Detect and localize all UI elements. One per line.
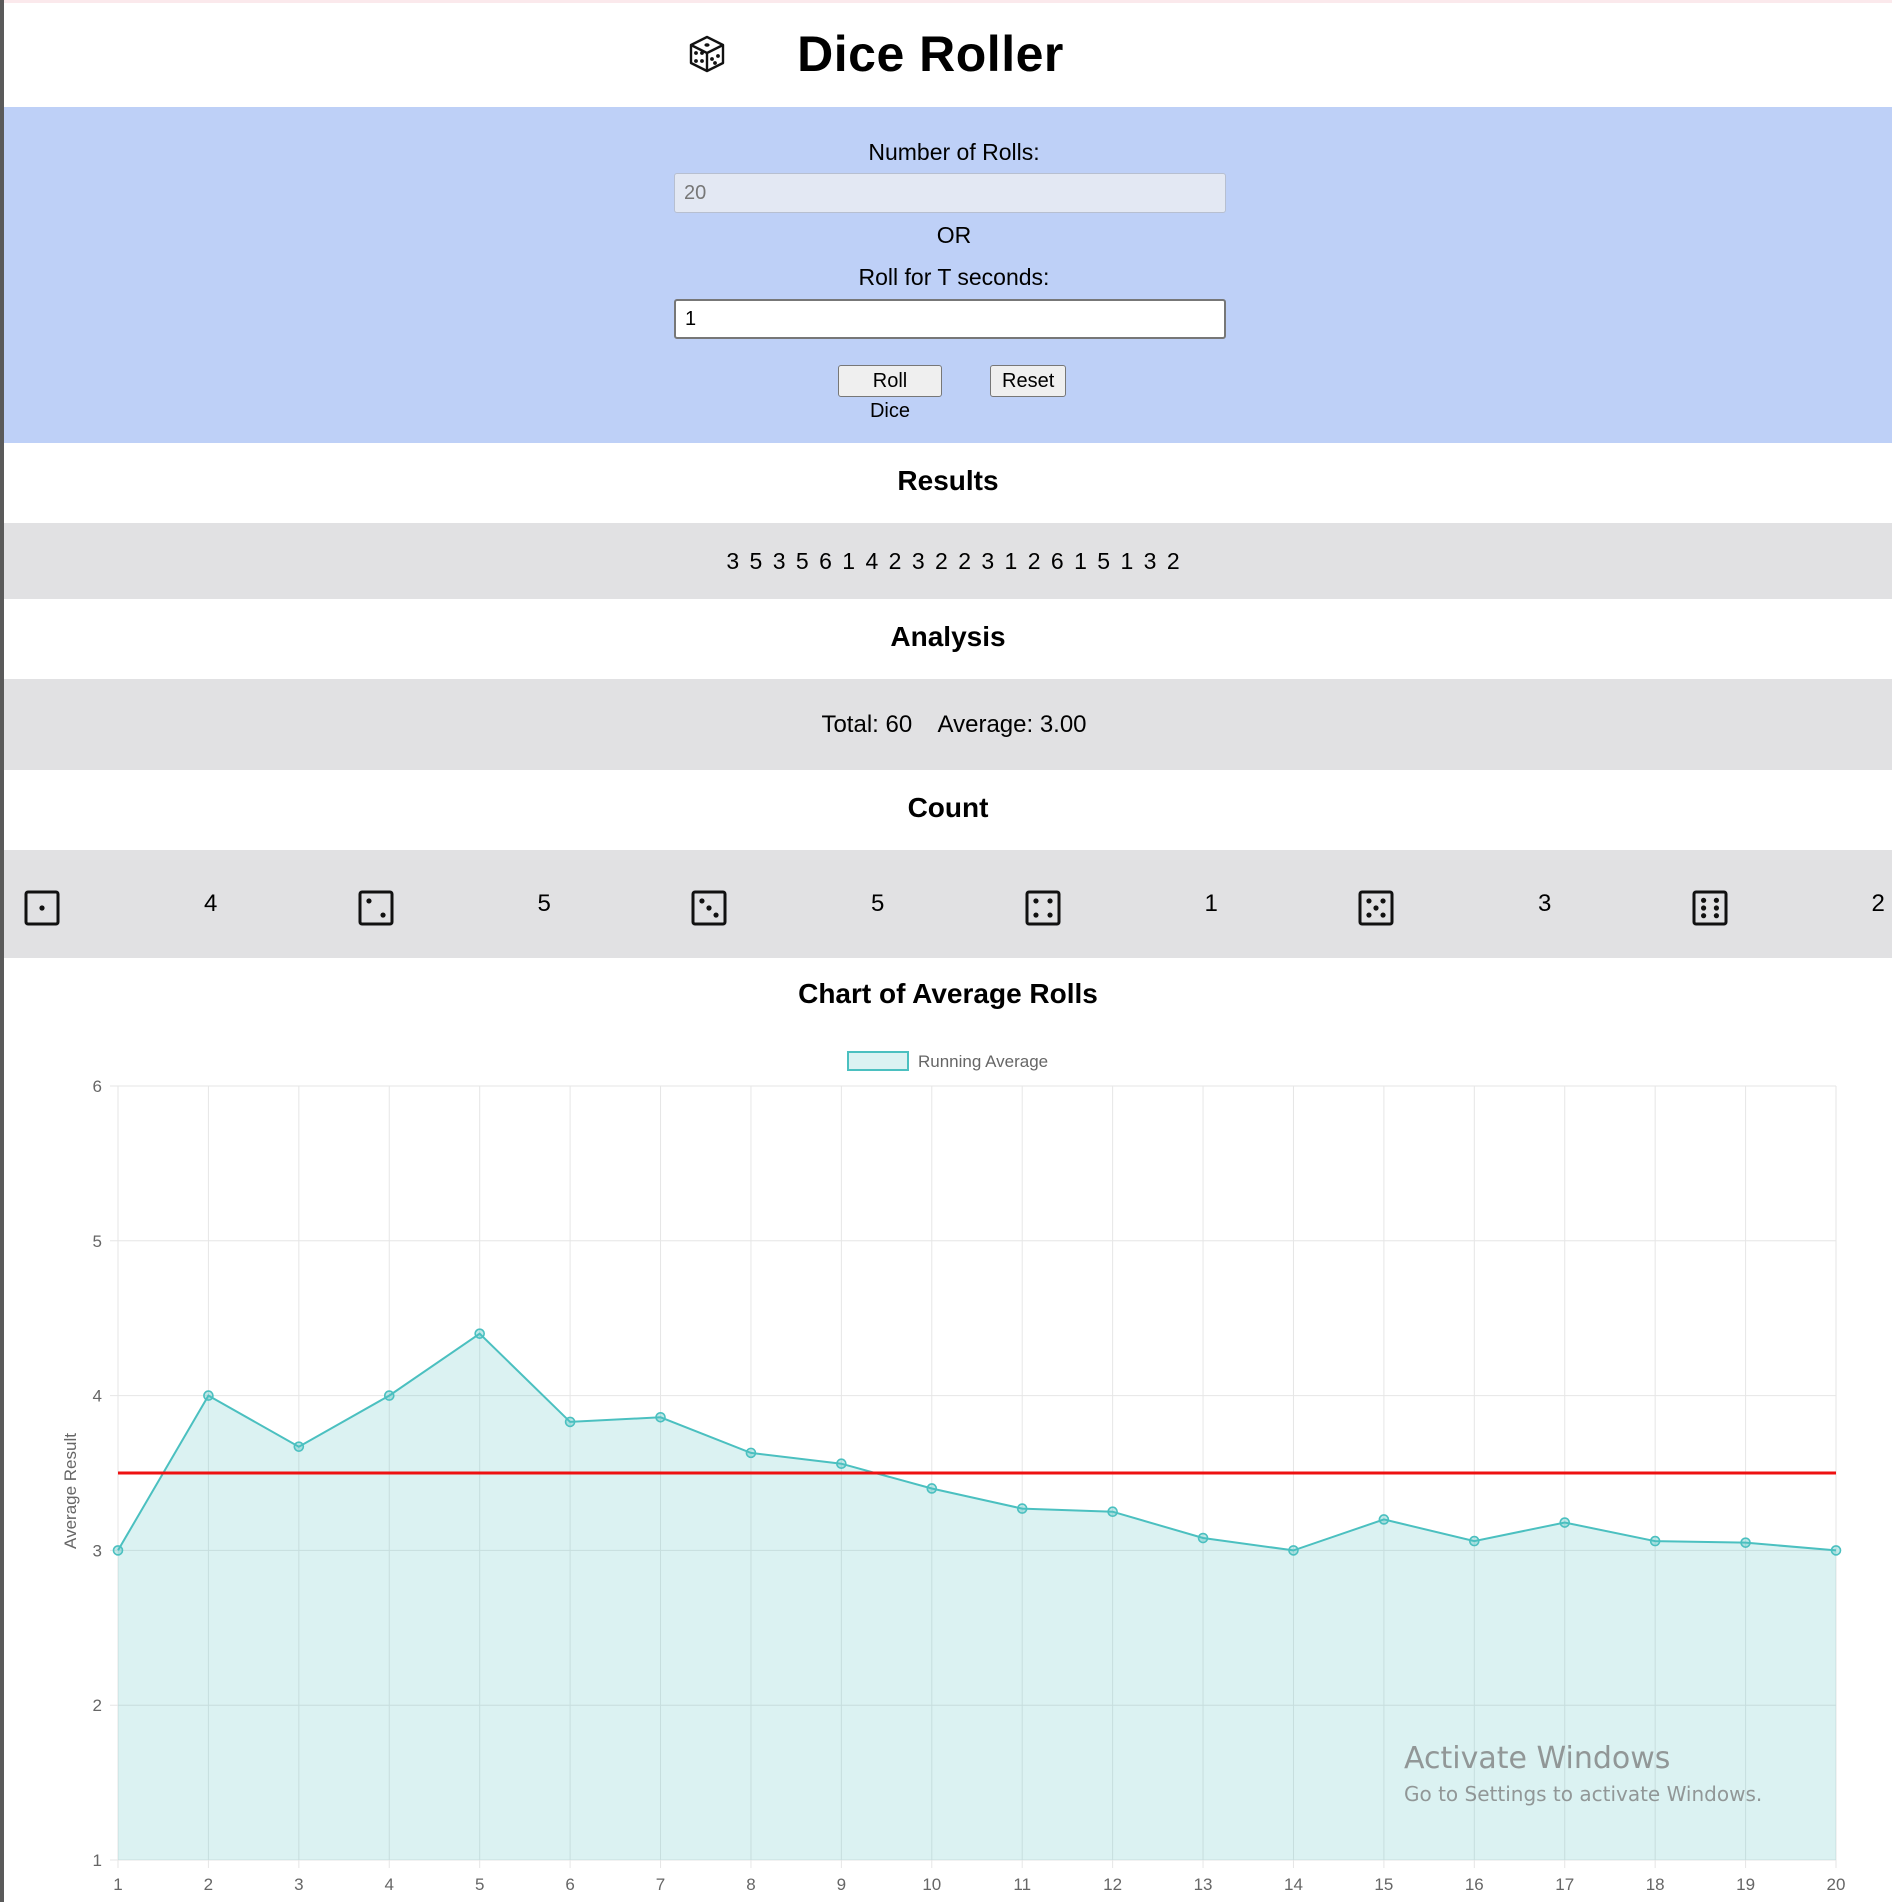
count-value-face-1: 4	[204, 890, 218, 917]
y-tick-label: 5	[93, 1232, 102, 1251]
data-point	[1107, 1506, 1118, 1518]
count-value-face-4: 1	[1204, 890, 1218, 917]
results-heading: Results	[897, 465, 999, 496]
rolls-label: Number of Rolls:	[868, 139, 1040, 165]
count-value-face-5: 3	[1538, 890, 1552, 917]
x-tick-label: 19	[1736, 1875, 1755, 1894]
data-point	[293, 1441, 305, 1452]
legend-swatch	[847, 1051, 909, 1071]
x-tick-label: 9	[837, 1875, 846, 1894]
count-heading: Count	[907, 792, 989, 823]
y-axis-title: Average Result	[61, 1433, 80, 1549]
data-point	[836, 1458, 847, 1470]
data-point	[1830, 1545, 1842, 1556]
data-point	[112, 1545, 124, 1556]
watermark-title: Activate Windows	[1404, 1741, 1671, 1776]
data-point	[655, 1411, 666, 1423]
analysis-panel: Total: 60 Average: 3.00	[4, 679, 1892, 770]
data-point	[1469, 1535, 1480, 1547]
activate-windows-watermark: Activate Windows Go to Settings to activ…	[1404, 1741, 1762, 1806]
data-point	[203, 1390, 214, 1401]
x-tick-label: 20	[1827, 1875, 1846, 1894]
x-tick-label: 18	[1646, 1875, 1665, 1894]
data-point	[1197, 1532, 1209, 1544]
x-tick-label: 13	[1194, 1875, 1213, 1894]
or-label: OR	[936, 222, 972, 248]
data-point	[1378, 1514, 1390, 1525]
data-point	[1559, 1517, 1571, 1528]
x-tick-label: 5	[475, 1875, 484, 1894]
y-tick-label: 4	[93, 1387, 102, 1406]
die-face-3-icon	[691, 890, 727, 926]
x-tick-label: 11	[1013, 1875, 1031, 1894]
seconds-label: Roll for T seconds:	[858, 264, 1050, 290]
x-tick-label: 2	[204, 1875, 213, 1894]
roll-dice-button[interactable]: Roll Dice	[838, 365, 942, 422]
reset-button[interactable]: Reset	[990, 365, 1066, 397]
x-tick-label: 7	[656, 1875, 665, 1894]
control-panel: Number of Rolls: OR Roll for T seconds: …	[4, 107, 1892, 443]
x-tick-label: 4	[385, 1875, 394, 1894]
x-tick-label: 14	[1284, 1875, 1303, 1894]
die-face-6-icon	[1692, 890, 1727, 926]
legend-label: Running Average	[918, 1052, 1048, 1071]
x-tick-label: 17	[1555, 1875, 1574, 1894]
analysis-summary: Total: 60 Average: 3.00	[821, 711, 1087, 738]
page: Dice Roller Number of Rolls: OR Roll for…	[0, 0, 1892, 1902]
die-face-1-icon	[24, 890, 60, 926]
seconds-input[interactable]	[674, 299, 1226, 339]
data-point	[745, 1447, 757, 1459]
count-panel: 4 5 5 1 3 2	[4, 850, 1892, 958]
die-face-4-icon	[1025, 890, 1060, 926]
y-tick-label: 1	[93, 1851, 102, 1870]
results-panel: 3 5 3 5 6 1 4 2 3 2 2 3 1 2 6 1 5 1 3 2	[4, 523, 1892, 599]
data-point	[564, 1416, 576, 1428]
data-point	[1016, 1503, 1028, 1514]
data-point	[1740, 1537, 1751, 1548]
chart-title: Chart of Average Rolls	[798, 978, 1098, 1009]
x-tick-label: 12	[1103, 1875, 1122, 1894]
data-point	[1649, 1535, 1661, 1547]
y-tick-label: 6	[93, 1077, 102, 1096]
results-values: 3 5 3 5 6 1 4 2 3 2 2 3 1 2 6 1 5 1 3 2	[726, 548, 1182, 574]
y-tick-label: 3	[93, 1541, 102, 1560]
y-tick-label: 2	[93, 1696, 102, 1715]
data-point	[1288, 1545, 1299, 1556]
page-title: Dice Roller	[797, 25, 1064, 82]
count-value-face-2: 5	[537, 890, 551, 917]
rolls-input[interactable]	[674, 173, 1226, 213]
watermark-subtitle: Go to Settings to activate Windows.	[1404, 1782, 1763, 1806]
x-tick-label: 1	[113, 1875, 122, 1894]
data-point	[474, 1328, 485, 1339]
data-point	[383, 1390, 395, 1401]
die-face-2-icon	[358, 890, 393, 926]
x-tick-label: 8	[746, 1875, 755, 1894]
x-tick-label: 6	[565, 1875, 574, 1894]
analysis-heading: Analysis	[890, 621, 1006, 652]
count-value-face-6: 2	[1871, 890, 1885, 917]
x-tick-label: 3	[294, 1875, 303, 1894]
die-face-5-icon	[1358, 890, 1394, 926]
dice-icon	[689, 35, 725, 72]
x-tick-label: 10	[922, 1875, 941, 1894]
data-point	[926, 1483, 938, 1494]
count-value-face-3: 5	[871, 890, 885, 917]
x-tick-label: 16	[1465, 1875, 1484, 1894]
x-tick-label: 15	[1374, 1875, 1393, 1894]
header: Dice Roller	[4, 0, 1892, 107]
